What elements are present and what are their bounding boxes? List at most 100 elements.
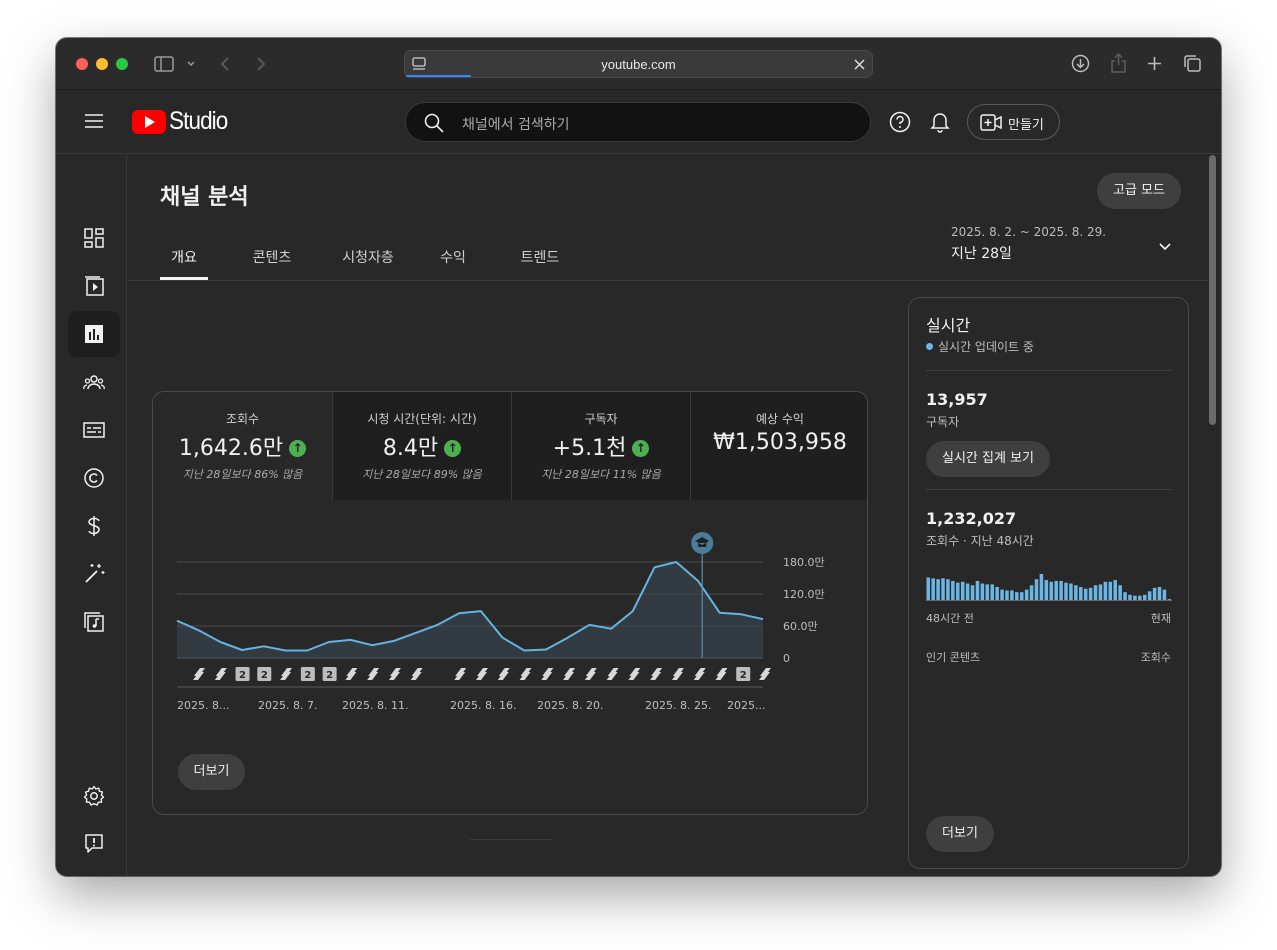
views-48h-bar	[926, 577, 931, 600]
multi-upload-count: 2	[239, 670, 246, 681]
views-48h-bar	[1000, 589, 1004, 600]
views-48h-bar	[1123, 592, 1127, 600]
live-dot-icon	[926, 343, 933, 350]
tab-content[interactable]: 콘텐츠	[244, 247, 300, 267]
search-input[interactable]: 채널에서 검색하기	[462, 114, 570, 134]
tab-trends[interactable]: 트렌드	[512, 247, 568, 267]
x-tick-label: 2025. 8. 16.	[450, 699, 516, 712]
views-48h-bar	[1049, 581, 1054, 600]
realtime-more-button[interactable]: 더보기	[926, 816, 994, 852]
advanced-mode-button[interactable]: 고급 모드	[1097, 173, 1181, 209]
main-content: 채널 분석 고급 모드 개요 콘텐츠 시청자층 수익 트렌드 2025. 8. …	[128, 155, 1216, 876]
youtube-play-icon	[132, 110, 166, 134]
back-icon[interactable]	[220, 56, 230, 72]
sidebar-item-analytics[interactable]	[68, 311, 120, 357]
page-scrollbar[interactable]	[1209, 155, 1216, 425]
views-48h-bar	[956, 582, 960, 600]
views-48h-bar	[1029, 585, 1034, 600]
shorts-upload-icon	[410, 668, 423, 680]
minimize-window-button[interactable]	[96, 58, 108, 70]
views-48h-bar	[1157, 587, 1162, 600]
shorts-upload-icon	[280, 668, 293, 680]
shorts-upload-icon	[606, 668, 619, 680]
analytics-card: 조회수 1,642.6만 ↑ 지난 28일보다 86% 많음 시청 시간(단위: …	[152, 391, 868, 815]
tab-revenue[interactable]: 수익	[433, 247, 473, 267]
views-48h-bar	[1010, 590, 1014, 600]
shorts-upload-icon	[388, 668, 401, 680]
views-48h-bar	[1074, 585, 1078, 600]
y-tick-label: 180.0만	[783, 556, 825, 569]
search-box[interactable]: 채널에서 검색하기	[405, 102, 871, 142]
chevron-down-icon	[1159, 243, 1171, 251]
metric-value: 8.4만 ↑	[333, 430, 511, 462]
views-48h-bars	[926, 574, 1172, 601]
views-48h-bar	[931, 578, 935, 600]
notifications-icon[interactable]	[930, 110, 950, 133]
help-icon[interactable]	[889, 111, 911, 133]
metric-label: 예상 수익	[756, 412, 804, 426]
date-picker[interactable]: 2025. 8. 2. ~ 2025. 8. 29. 지난 28일	[951, 221, 1181, 267]
views-48h-bar	[965, 583, 970, 600]
create-button[interactable]: 만들기	[967, 104, 1060, 140]
logo-text: Studio	[169, 107, 228, 135]
share-icon[interactable]	[1110, 53, 1127, 73]
shorts-upload-icon	[584, 668, 597, 680]
chevron-down-icon[interactable]	[187, 61, 195, 67]
sidebar-item-subtitles[interactable]	[68, 407, 120, 453]
shorts-upload-icon	[715, 668, 728, 680]
views-48h-bar	[1054, 580, 1058, 600]
close-window-button[interactable]	[76, 58, 88, 70]
views-48h-bar	[1005, 590, 1009, 600]
address-bar[interactable]: youtube.com	[404, 50, 873, 78]
views-48h-bar	[1088, 587, 1093, 600]
tab-overview[interactable]: 개요	[160, 247, 208, 267]
sidebar-toggle-icon[interactable]	[154, 56, 174, 72]
views-48h-bar	[995, 587, 999, 600]
sidebar-item-audio-library[interactable]	[68, 599, 120, 645]
metric-revenue[interactable]: 예상 수익 ₩1,503,958	[690, 392, 867, 500]
axis-start-label: 48시간 전	[926, 612, 974, 625]
views-48h-bar	[1034, 579, 1039, 600]
arrow-up-icon: ↑	[632, 440, 650, 457]
metric-comparison: 지난 28일보다 86% 많음	[182, 468, 303, 481]
zoom-window-button[interactable]	[116, 58, 128, 70]
audio-library-icon	[84, 612, 104, 632]
sidebar-item-feedback[interactable]	[68, 821, 120, 867]
divider	[926, 489, 1172, 490]
sidebar-item-settings[interactable]	[68, 773, 120, 819]
shorts-upload-icon	[214, 668, 227, 680]
views-48h-bar	[1138, 595, 1142, 600]
views-48h-bar	[1147, 591, 1152, 600]
sidebar-item-dashboard[interactable]	[68, 215, 120, 261]
subscriber-label: 구독자	[926, 415, 960, 429]
axis-end-label: 현재	[1150, 612, 1171, 625]
new-tab-icon[interactable]	[1147, 56, 1162, 71]
sidebar-item-community[interactable]	[68, 359, 120, 405]
menu-icon[interactable]	[84, 113, 104, 129]
card-more-button[interactable]: 더보기	[178, 754, 245, 790]
metric-views[interactable]: 조회수 1,642.6만 ↑ 지난 28일보다 86% 많음	[153, 392, 332, 500]
views-48h-bar	[1083, 588, 1088, 600]
sidebar-item-copyright[interactable]	[68, 455, 120, 501]
studio-logo[interactable]: Studio	[132, 107, 242, 136]
views-48h-bar	[1128, 594, 1132, 600]
x-tick-label: 2025...	[727, 699, 765, 712]
views-48h-bar	[951, 580, 955, 600]
views-area	[177, 562, 763, 658]
views-48h-bar	[1103, 581, 1108, 600]
studio-sidebar	[56, 155, 127, 876]
download-icon[interactable]	[1071, 54, 1090, 73]
metric-subscribers[interactable]: 구독자 +5.1천 ↑ 지난 28일보다 11% 많음	[511, 392, 690, 500]
stop-loading-icon[interactable]	[854, 59, 865, 70]
sidebar-item-customization[interactable]	[68, 551, 120, 597]
views-48h-label: 조회수 · 지난 48시간	[926, 534, 1034, 548]
views-48h-bar	[946, 579, 950, 600]
metric-watch-time[interactable]: 시청 시간(단위: 시간) 8.4만 ↑ 지난 28일보다 89% 많음	[332, 392, 511, 500]
realtime-details-button[interactable]: 실시간 집계 보기	[926, 441, 1050, 477]
date-range-text: 2025. 8. 2. ~ 2025. 8. 29.	[951, 225, 1107, 239]
sidebar-item-content[interactable]	[68, 263, 120, 309]
forward-icon[interactable]	[256, 56, 266, 72]
tab-audience[interactable]: 시청자층	[333, 247, 403, 267]
tab-overview-icon[interactable]	[1183, 54, 1202, 73]
sidebar-item-earn[interactable]	[68, 503, 120, 549]
